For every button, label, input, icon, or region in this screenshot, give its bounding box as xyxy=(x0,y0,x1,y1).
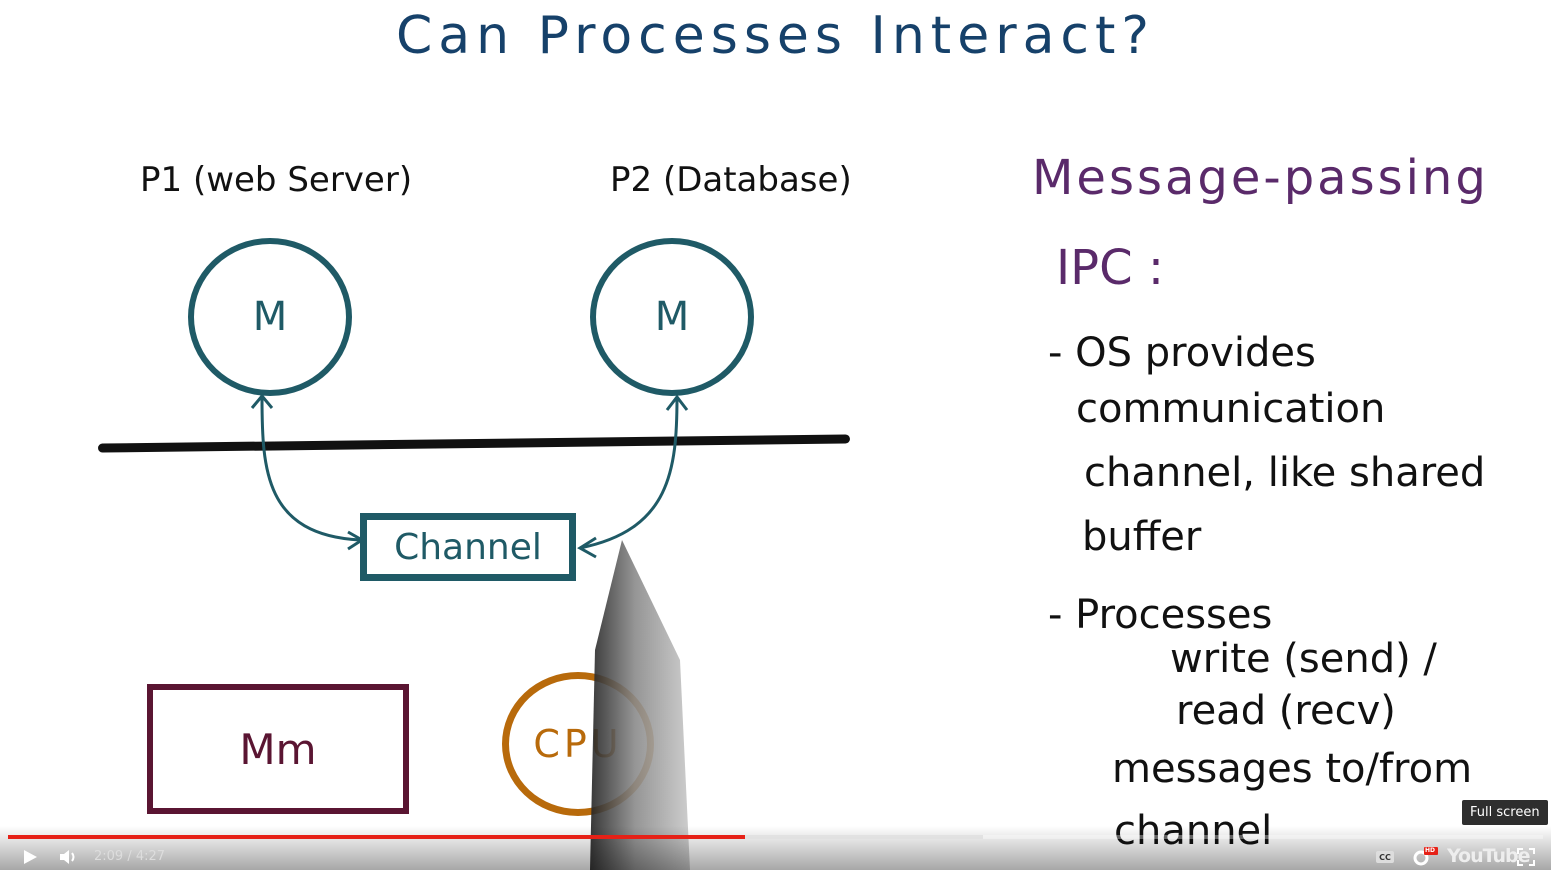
stylus-pen xyxy=(590,540,690,870)
p1-channel-arrow xyxy=(260,396,361,542)
time-display: 2:09 / 4:27 xyxy=(94,849,166,864)
progress-played xyxy=(8,835,745,839)
mute-button[interactable] xyxy=(56,846,80,868)
hd-badge: HD xyxy=(1425,847,1436,854)
notes-heading-ipc: IPC : xyxy=(1056,240,1165,296)
notes-heading-message-passing: Message-passing xyxy=(1032,150,1489,206)
captions-icon: CC xyxy=(1376,851,1394,863)
notes-bullet1-line3: channel, like shared xyxy=(1084,450,1486,496)
play-icon xyxy=(24,850,37,864)
volume-icon xyxy=(60,850,75,864)
notes-bullet2-line1: - Processes xyxy=(1048,592,1273,638)
p2-channel-arrow xyxy=(579,396,679,550)
notes-bullet1-line1: - OS provides xyxy=(1048,330,1316,376)
channel-box: Channel xyxy=(360,513,576,581)
progress-bar[interactable] xyxy=(8,835,1543,839)
fullscreen-icon xyxy=(1517,848,1535,866)
notes-bullet1-line4: buffer xyxy=(1082,514,1202,560)
main-memory-box: Mm xyxy=(147,684,409,814)
captions-button[interactable]: CC xyxy=(1374,846,1396,868)
video-frame[interactable]: Can Processes Interact? P1 (web Server) … xyxy=(0,0,1551,870)
player-controls xyxy=(0,826,1551,870)
play-button[interactable] xyxy=(18,846,42,868)
notes-bullet2-line3: read (recv) xyxy=(1176,688,1396,734)
fullscreen-button[interactable] xyxy=(1514,846,1538,868)
svg-text:CC: CC xyxy=(1379,853,1391,862)
fullscreen-tooltip: Full screen xyxy=(1462,800,1548,825)
notes-bullet2-line2: write (send) / xyxy=(1170,636,1437,682)
notes-bullet1-line2: communication xyxy=(1076,386,1386,432)
settings-button[interactable]: HD xyxy=(1410,846,1438,868)
notes-bullet2-line4: messages to/from xyxy=(1112,746,1473,792)
